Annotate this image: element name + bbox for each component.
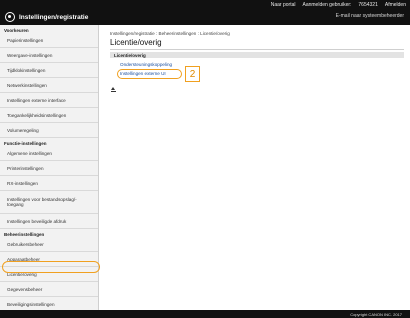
top-bar: Naar portal Aanmelden gebruiker: 7654321… (0, 0, 410, 25)
footer: Copyright CANON INC. 2017 (0, 310, 410, 318)
sidebar-item-paper[interactable]: Papierinstellingen (0, 33, 98, 48)
sidebar-item-rx[interactable]: RX-instellingen (0, 176, 98, 191)
support-link[interactable]: Ondersteuningskoppeling (120, 62, 172, 67)
link-highlight-ring (117, 69, 182, 79)
user-label: Aanmelden gebruiker: (302, 2, 352, 8)
sidebar-item-external-interface[interactable]: Instellingen externe interface (0, 93, 98, 108)
portal-link[interactable]: Naar portal (271, 2, 296, 8)
sidebar-item-user-management[interactable]: Gebruikersbeheer (0, 237, 98, 252)
logout-link[interactable]: Afmelden (385, 2, 406, 8)
app-logo: Instellingen/registratie (5, 12, 88, 22)
top-links: Naar portal Aanmelden gebruiker: 7654321… (271, 2, 406, 8)
copyright: Copyright CANON INC. 2017 (350, 311, 402, 317)
sidebar-item-secure-print[interactable]: Instellingen beveiligde afdruk (0, 214, 98, 229)
mail-admin-link[interactable]: E-mail naar systeembeheerder (336, 13, 404, 19)
sidebar-item-volume[interactable]: Volumeregeling (0, 123, 98, 138)
sidebar-item-data-management[interactable]: Gegevensbeheer (0, 282, 98, 297)
sidebar-heading-preferences: Voorkeuren (4, 28, 29, 33)
sidebar-item-timer[interactable]: Tijdklokinstellingen (0, 63, 98, 78)
sidebar-item-store-access[interactable]: Instellingen voor bestandsopslag/-toegan… (0, 191, 98, 214)
sidebar-item-accessibility[interactable]: Toegankelijkheidsinstellingen (0, 108, 98, 123)
sidebar-heading-function: Functie-instellingen (4, 141, 47, 146)
section-header: Licentie/overig (110, 52, 404, 58)
settings-icon (5, 12, 15, 22)
app-title: Instellingen/registratie (19, 13, 89, 21)
user-id: 7654321 (358, 2, 378, 8)
main-content: Instellingen/registratie : Beheerinstell… (100, 25, 410, 310)
divider (110, 49, 404, 50)
callout-2: 2 (185, 66, 200, 82)
sidebar-item-display[interactable]: Weergave-instellingen (0, 48, 98, 63)
scroll-top-icon[interactable] (110, 87, 116, 92)
sidebar-item-printer[interactable]: Printerinstellingen (0, 161, 98, 176)
selection-highlight-ring (2, 261, 100, 273)
sidebar-item-common[interactable]: Algemene instellingen (0, 146, 98, 161)
page-title: Licentie/overig (110, 38, 162, 47)
sidebar-item-network[interactable]: Netwerkinstellingen (0, 78, 98, 93)
sidebar-heading-management: Beheerinstellingen (4, 232, 45, 237)
breadcrumb: Instellingen/registratie : Beheerinstell… (110, 31, 230, 36)
